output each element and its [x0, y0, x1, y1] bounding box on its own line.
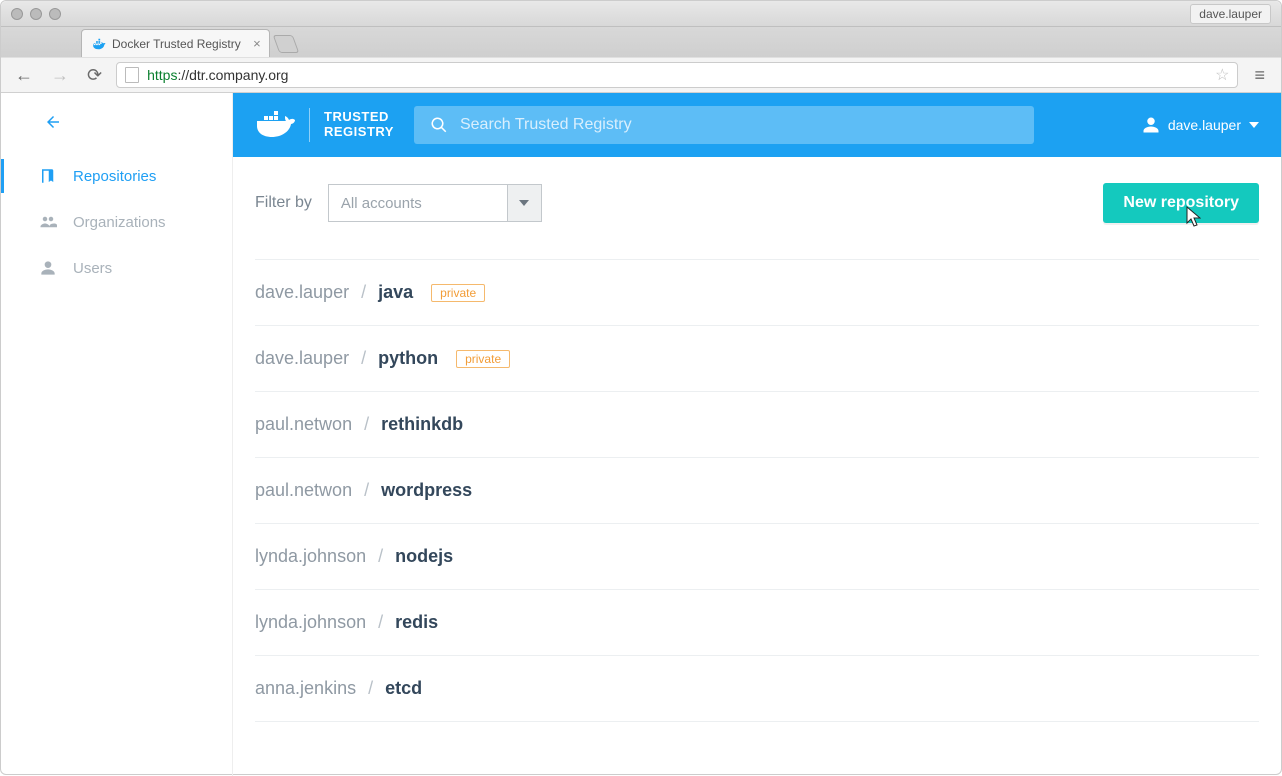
window-controls: [11, 8, 61, 20]
repository-row[interactable]: lynda.johnson / redis: [255, 590, 1259, 656]
sidebar-item-label: Organizations: [73, 214, 166, 231]
search-box[interactable]: [414, 106, 1034, 144]
url-scheme: https: [147, 67, 177, 83]
brand-separator: [309, 108, 310, 142]
sidebar-item-users[interactable]: Users: [1, 245, 232, 291]
sidebar-back-button[interactable]: [1, 111, 232, 153]
new-repository-label: New repository: [1123, 194, 1239, 211]
repo-owner: dave.lauper: [255, 348, 349, 369]
repository-row[interactable]: anna.jenkins / etcd: [255, 656, 1259, 722]
brand-title: TRUSTED REGISTRY: [324, 110, 394, 140]
url-bar[interactable]: https://dtr.company.org ☆: [116, 62, 1238, 88]
browser-toolbar: ← → ⟳ https://dtr.company.org ☆ ≡: [1, 57, 1281, 93]
repo-slash: /: [361, 282, 366, 303]
docker-whale-icon: [255, 111, 295, 139]
sidebar-item-label: Users: [73, 260, 112, 277]
repository-row[interactable]: dave.lauper / python private: [255, 326, 1259, 392]
new-tab-button[interactable]: [272, 35, 299, 53]
search-icon: [430, 116, 448, 134]
content-area: TRUSTED REGISTRY dave.lauper Filter by A…: [233, 93, 1281, 776]
search-input[interactable]: [460, 116, 1018, 134]
repo-slash: /: [364, 480, 369, 501]
repo-name: python: [378, 348, 438, 369]
group-icon: [39, 213, 57, 231]
filter-select[interactable]: All accounts: [328, 184, 542, 222]
tabstrip: Docker Trusted Registry ×: [1, 27, 1281, 57]
repository-row[interactable]: dave.lauper / java private: [255, 260, 1259, 326]
filter-label: Filter by: [255, 194, 312, 212]
bookmark-star-icon[interactable]: ☆: [1215, 65, 1229, 85]
repo-name: java: [378, 282, 413, 303]
back-button[interactable]: ←: [11, 65, 37, 86]
user-menu[interactable]: dave.lauper: [1142, 116, 1259, 134]
forward-button[interactable]: →: [47, 65, 73, 86]
user-name: dave.lauper: [1168, 117, 1241, 133]
repository-row[interactable]: lynda.johnson / nodejs: [255, 524, 1259, 590]
repo-slash: /: [364, 414, 369, 435]
new-repository-button[interactable]: New repository: [1103, 183, 1259, 223]
maximize-window-icon[interactable]: [49, 8, 61, 20]
repo-owner: lynda.johnson: [255, 546, 366, 567]
private-badge: private: [456, 350, 510, 368]
private-badge: private: [431, 284, 485, 302]
browser-tab-title: Docker Trusted Registry: [112, 37, 241, 51]
docker-favicon-icon: [92, 37, 106, 51]
filter-bar: Filter by All accounts New repository: [255, 183, 1259, 223]
repo-name: nodejs: [395, 546, 453, 567]
repository-list: dave.lauper / java private dave.lauper / pytho…: [255, 259, 1259, 722]
browser-titlebar: dave.lauper: [1, 1, 1281, 27]
repo-owner: dave.lauper: [255, 282, 349, 303]
filter-select-value: All accounts: [328, 184, 508, 222]
sidebar-item-repositories[interactable]: Repositories: [1, 153, 232, 199]
app-header: TRUSTED REGISTRY dave.lauper: [233, 93, 1281, 157]
reload-button[interactable]: ⟳: [83, 65, 106, 86]
browser-tab[interactable]: Docker Trusted Registry ×: [81, 29, 270, 57]
book-icon: [39, 167, 57, 185]
repo-name: wordpress: [381, 480, 472, 501]
close-tab-icon[interactable]: ×: [253, 36, 261, 51]
repo-slash: /: [368, 678, 373, 699]
repo-owner: lynda.johnson: [255, 612, 366, 633]
sidebar-item-label: Repositories: [73, 168, 156, 185]
browser-profile-chip[interactable]: dave.lauper: [1190, 4, 1271, 24]
repo-slash: /: [378, 546, 383, 567]
brand-line2: REGISTRY: [324, 125, 394, 140]
repo-name: etcd: [385, 678, 422, 699]
chevron-down-icon: [519, 198, 529, 208]
repository-row[interactable]: paul.netwon / rethinkdb: [255, 392, 1259, 458]
sidebar: Repositories Organizations Users: [1, 93, 233, 776]
repo-owner: paul.netwon: [255, 480, 352, 501]
repository-row[interactable]: paul.netwon / wordpress: [255, 458, 1259, 524]
brand-line1: TRUSTED: [324, 110, 394, 125]
repo-slash: /: [378, 612, 383, 633]
repo-name: redis: [395, 612, 438, 633]
filter-select-toggle[interactable]: [508, 184, 542, 222]
close-window-icon[interactable]: [11, 8, 23, 20]
page-icon: [125, 67, 139, 83]
page-body: Filter by All accounts New repository da…: [233, 157, 1281, 776]
caret-down-icon: [1249, 120, 1259, 130]
sidebar-item-organizations[interactable]: Organizations: [1, 199, 232, 245]
arrow-left-icon: [43, 113, 63, 131]
repo-owner: anna.jenkins: [255, 678, 356, 699]
repo-owner: paul.netwon: [255, 414, 352, 435]
repo-name: rethinkdb: [381, 414, 463, 435]
app-root: Repositories Organizations Users TRUSTED…: [1, 93, 1281, 776]
repo-slash: /: [361, 348, 366, 369]
browser-menu-button[interactable]: ≡: [1248, 65, 1271, 86]
brand: TRUSTED REGISTRY: [255, 108, 394, 142]
url-rest: ://dtr.company.org: [177, 67, 288, 83]
user-icon: [39, 259, 57, 277]
user-avatar-icon: [1142, 116, 1160, 134]
minimize-window-icon[interactable]: [30, 8, 42, 20]
